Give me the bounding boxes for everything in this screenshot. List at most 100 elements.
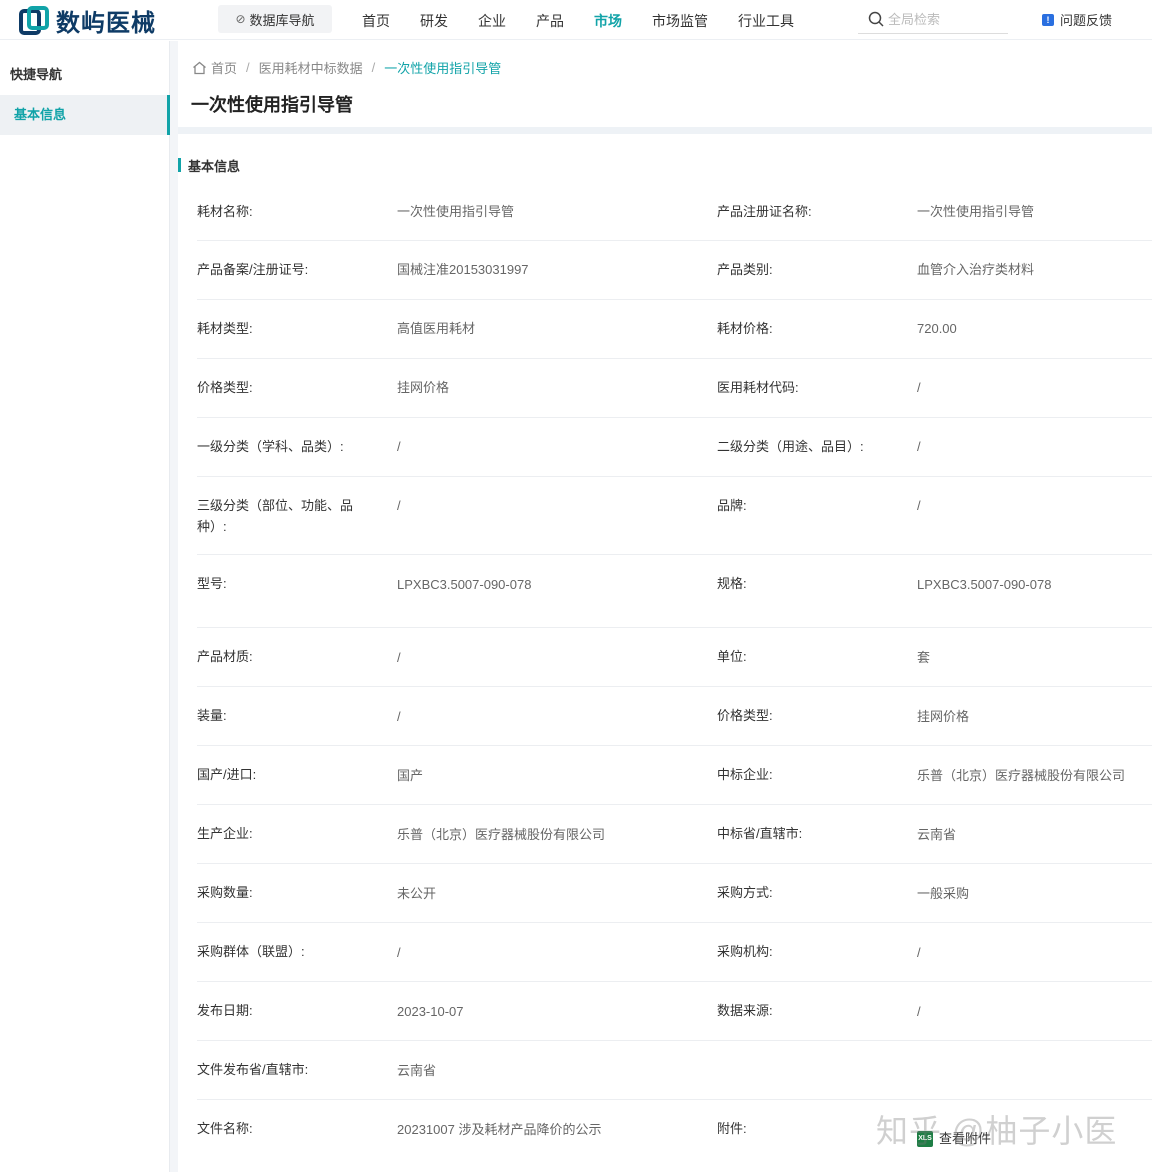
nav-market[interactable]: 市场 — [594, 11, 622, 31]
nav-product[interactable]: 产品 — [536, 11, 564, 31]
field-value: 720.00 — [917, 321, 957, 336]
breadcrumb-home[interactable]: 首页 — [211, 58, 237, 77]
field-label: 价格类型: — [197, 380, 253, 395]
field-value: 未公开 — [397, 886, 437, 901]
watermark: 知乎 @柚子小医 — [876, 1113, 1118, 1149]
nav-industry-tools[interactable]: 行业工具 — [738, 11, 794, 31]
field-value: / — [917, 498, 921, 513]
field-label: 耗材类型: — [197, 321, 253, 336]
global-search-input[interactable]: 全局检索 — [858, 4, 1008, 34]
feedback-button[interactable]: ! 问题反馈 — [1042, 10, 1112, 29]
field-value: / — [397, 439, 401, 454]
field-label: 产品材质: — [197, 649, 253, 664]
sidebar-item-basic-info[interactable]: 基本信息 — [0, 95, 170, 135]
field-value: 一般采购 — [917, 886, 970, 901]
field-value: 血管介入治疗类材料 — [917, 262, 1035, 277]
field-label: 中标企业: — [717, 767, 773, 782]
quick-nav-sidebar: 快捷导航 基本信息 — [0, 41, 170, 1172]
field-label: 品牌: — [717, 498, 747, 513]
field-value: 高值医用耗材 — [397, 321, 476, 336]
field-value: 2023-10-07 — [397, 1004, 464, 1019]
field-value: / — [917, 439, 921, 454]
field-label: 采购群体（联盟）: — [197, 944, 305, 959]
field-label: 采购方式: — [717, 885, 773, 900]
field-value: 国产 — [397, 768, 424, 783]
field-value: 国械注准20153031997 — [397, 262, 529, 277]
nav-home[interactable]: 首页 — [362, 11, 390, 31]
brand-name: 数屿医械 — [56, 10, 156, 37]
field-label: 采购机构: — [717, 944, 773, 959]
field-label: 生产企业: — [197, 826, 253, 841]
nav-enterprise[interactable]: 企业 — [478, 11, 506, 31]
sidebar-title: 快捷导航 — [10, 67, 63, 82]
field-label: 发布日期: — [197, 1003, 253, 1018]
breadcrumb-separator: / — [246, 60, 250, 75]
field-value: 挂网价格 — [397, 380, 450, 395]
field-value: / — [917, 380, 921, 395]
field-value: 云南省 — [917, 827, 957, 842]
field-value: LPXBC3.5007-090-078 — [917, 577, 1052, 592]
field-value: / — [397, 498, 401, 513]
field-value: 云南省 — [397, 1063, 437, 1078]
info-row: 一级分类（学科、品类）: / 二级分类（用途、品目）: / — [197, 418, 1152, 477]
breadcrumb-current: 一次性使用指引导管 — [384, 61, 502, 76]
field-label: 价格类型: — [717, 708, 773, 723]
search-placeholder: 全局检索 — [888, 12, 941, 27]
field-label: 文件名称: — [197, 1121, 253, 1136]
info-row: 国产/进口: 国产 中标企业: 乐普（北京）医疗器械股份有限公司 — [197, 746, 1152, 805]
info-row: 产品材质: / 单位: 套 — [197, 628, 1152, 687]
field-label: 中标省/直辖市: — [717, 826, 803, 841]
field-value: / — [917, 1004, 921, 1019]
nav-market-supervision[interactable]: 市场监管 — [652, 11, 708, 31]
field-value: 20231007 涉及耗材产品降价的公示 — [397, 1122, 602, 1137]
info-row: 耗材名称: 一次性使用指引导管 产品注册证名称: 一次性使用指引导管 — [197, 191, 1152, 241]
field-label: 附件: — [717, 1121, 747, 1136]
logo-icon — [19, 5, 49, 35]
compass-icon: ⊘ — [235, 12, 246, 26]
nav-research[interactable]: 研发 — [420, 11, 448, 31]
field-value: 一次性使用指引导管 — [917, 204, 1035, 219]
page-title: 一次性使用指引导管 — [191, 95, 353, 115]
info-row: 型号: LPXBC3.5007-090-078 规格: LPXBC3.5007-… — [197, 555, 1152, 628]
field-value: / — [397, 945, 401, 960]
search-icon — [868, 11, 884, 27]
section-title: 基本信息 — [188, 158, 241, 174]
info-row: 耗材类型: 高值医用耗材 耗材价格: 720.00 — [197, 300, 1152, 359]
title-divider — [178, 127, 1152, 134]
field-label: 装量: — [197, 708, 227, 723]
breadcrumb-category[interactable]: 医用耗材中标数据 — [259, 58, 363, 77]
info-row: 三级分类（部位、功能、品种）: / 品牌: / — [197, 477, 1152, 555]
field-value: 挂网价格 — [917, 709, 970, 724]
info-row: 产品备案/注册证号: 国械注准20153031997 产品类别: 血管介入治疗类… — [197, 241, 1152, 300]
info-row: 文件发布省/直辖市: 云南省 — [197, 1041, 1152, 1100]
field-value: 乐普（北京）医疗器械股份有限公司 — [397, 827, 606, 842]
info-row: 价格类型: 挂网价格 医用耗材代码: / — [197, 359, 1152, 418]
section-accent-bar — [178, 158, 181, 172]
info-row: 装量: / 价格类型: 挂网价格 — [197, 687, 1152, 746]
field-label: 产品类别: — [717, 262, 773, 277]
brand-logo[interactable]: 数屿医械 — [18, 3, 156, 38]
field-label: 数据来源: — [717, 1003, 773, 1018]
field-label: 国产/进口: — [197, 767, 257, 782]
field-label: 耗材价格: — [717, 321, 773, 336]
info-row: 采购群体（联盟）: / 采购机构: / — [197, 923, 1152, 982]
field-value: / — [917, 945, 921, 960]
field-label: 二级分类（用途、品目）: — [717, 439, 864, 454]
field-value: 套 — [917, 650, 931, 665]
field-label: 产品注册证名称: — [717, 204, 812, 219]
field-value: / — [397, 709, 401, 724]
field-label: 采购数量: — [197, 885, 253, 900]
info-row: 发布日期: 2023-10-07 数据来源: / — [197, 982, 1152, 1041]
info-row: 生产企业: 乐普（北京）医疗器械股份有限公司 中标省/直辖市: 云南省 — [197, 805, 1152, 864]
field-label: 文件发布省/直辖市: — [197, 1062, 309, 1077]
top-bar: 数屿医械 ⊘ 数据库导航 首页 研发 企业 产品 市场 市场监管 行业工具 全局… — [0, 0, 1152, 40]
field-label: 耗材名称: — [197, 204, 253, 219]
field-value: / — [397, 650, 401, 665]
field-label: 一级分类（学科、品类）: — [197, 439, 344, 454]
field-label: 规格: — [717, 576, 747, 591]
sidebar-divider — [170, 41, 178, 1172]
section-header-basic-info: 基本信息 — [178, 157, 241, 174]
field-value: LPXBC3.5007-090-078 — [397, 577, 532, 592]
field-label: 产品备案/注册证号: — [197, 262, 309, 277]
database-nav-button[interactable]: ⊘ 数据库导航 — [218, 5, 332, 33]
